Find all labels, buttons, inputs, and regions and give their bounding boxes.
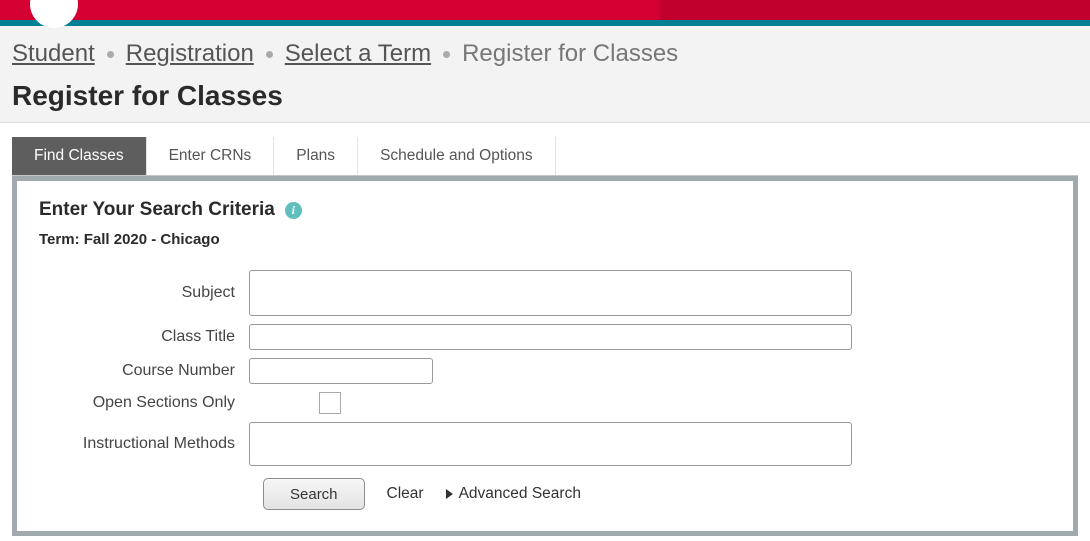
breadcrumb-registration[interactable]: Registration (126, 40, 254, 68)
label-class-title: Class Title (39, 328, 249, 346)
breadcrumb-wrap: Student Registration Select a Term Regis… (0, 26, 1090, 123)
tab-schedule-options[interactable]: Schedule and Options (358, 137, 556, 175)
label-course-number: Course Number (39, 362, 249, 380)
criteria-heading-text: Enter Your Search Criteria (39, 199, 275, 221)
breadcrumb-select-term[interactable]: Select a Term (285, 40, 431, 68)
search-panel: Enter Your Search Criteria i Term: Fall … (12, 176, 1078, 536)
content-shell: Find Classes Enter CRNs Plans Schedule a… (12, 137, 1078, 536)
term-line: Term: Fall 2020 - Chicago (39, 231, 1051, 248)
info-icon[interactable]: i (285, 202, 302, 219)
advanced-search-text: Advanced Search (459, 485, 581, 503)
course-number-field[interactable] (249, 358, 433, 384)
breadcrumb-separator (266, 51, 273, 58)
button-row: Search Clear Advanced Search (39, 478, 1051, 510)
tab-find-classes[interactable]: Find Classes (12, 137, 147, 175)
subject-field[interactable] (249, 270, 852, 316)
tab-plans[interactable]: Plans (274, 137, 358, 175)
label-open-sections: Open Sections Only (39, 394, 249, 412)
search-form: Subject Class Title Course Number Open S… (39, 270, 1051, 510)
breadcrumb-separator (443, 51, 450, 58)
label-subject: Subject (39, 284, 249, 302)
advanced-search-link[interactable]: Advanced Search (446, 485, 581, 503)
open-sections-checkbox[interactable] (319, 392, 341, 414)
clear-link[interactable]: Clear (387, 485, 424, 503)
breadcrumb-current: Register for Classes (462, 40, 678, 68)
instructional-methods-field[interactable] (249, 422, 852, 466)
tab-enter-crns[interactable]: Enter CRNs (147, 137, 275, 175)
header-banner-accent (660, 0, 1090, 20)
breadcrumb-separator (107, 51, 114, 58)
breadcrumb: Student Registration Select a Term Regis… (12, 40, 1078, 68)
page-title: Register for Classes (12, 80, 1078, 112)
header-banner (0, 0, 1090, 20)
caret-right-icon (446, 489, 453, 499)
class-title-field[interactable] (249, 324, 852, 350)
tabs: Find Classes Enter CRNs Plans Schedule a… (12, 137, 1078, 176)
label-instructional: Instructional Methods (39, 435, 249, 453)
criteria-header: Enter Your Search Criteria i (39, 199, 1051, 221)
search-button[interactable]: Search (263, 478, 365, 510)
breadcrumb-student[interactable]: Student (12, 40, 95, 68)
